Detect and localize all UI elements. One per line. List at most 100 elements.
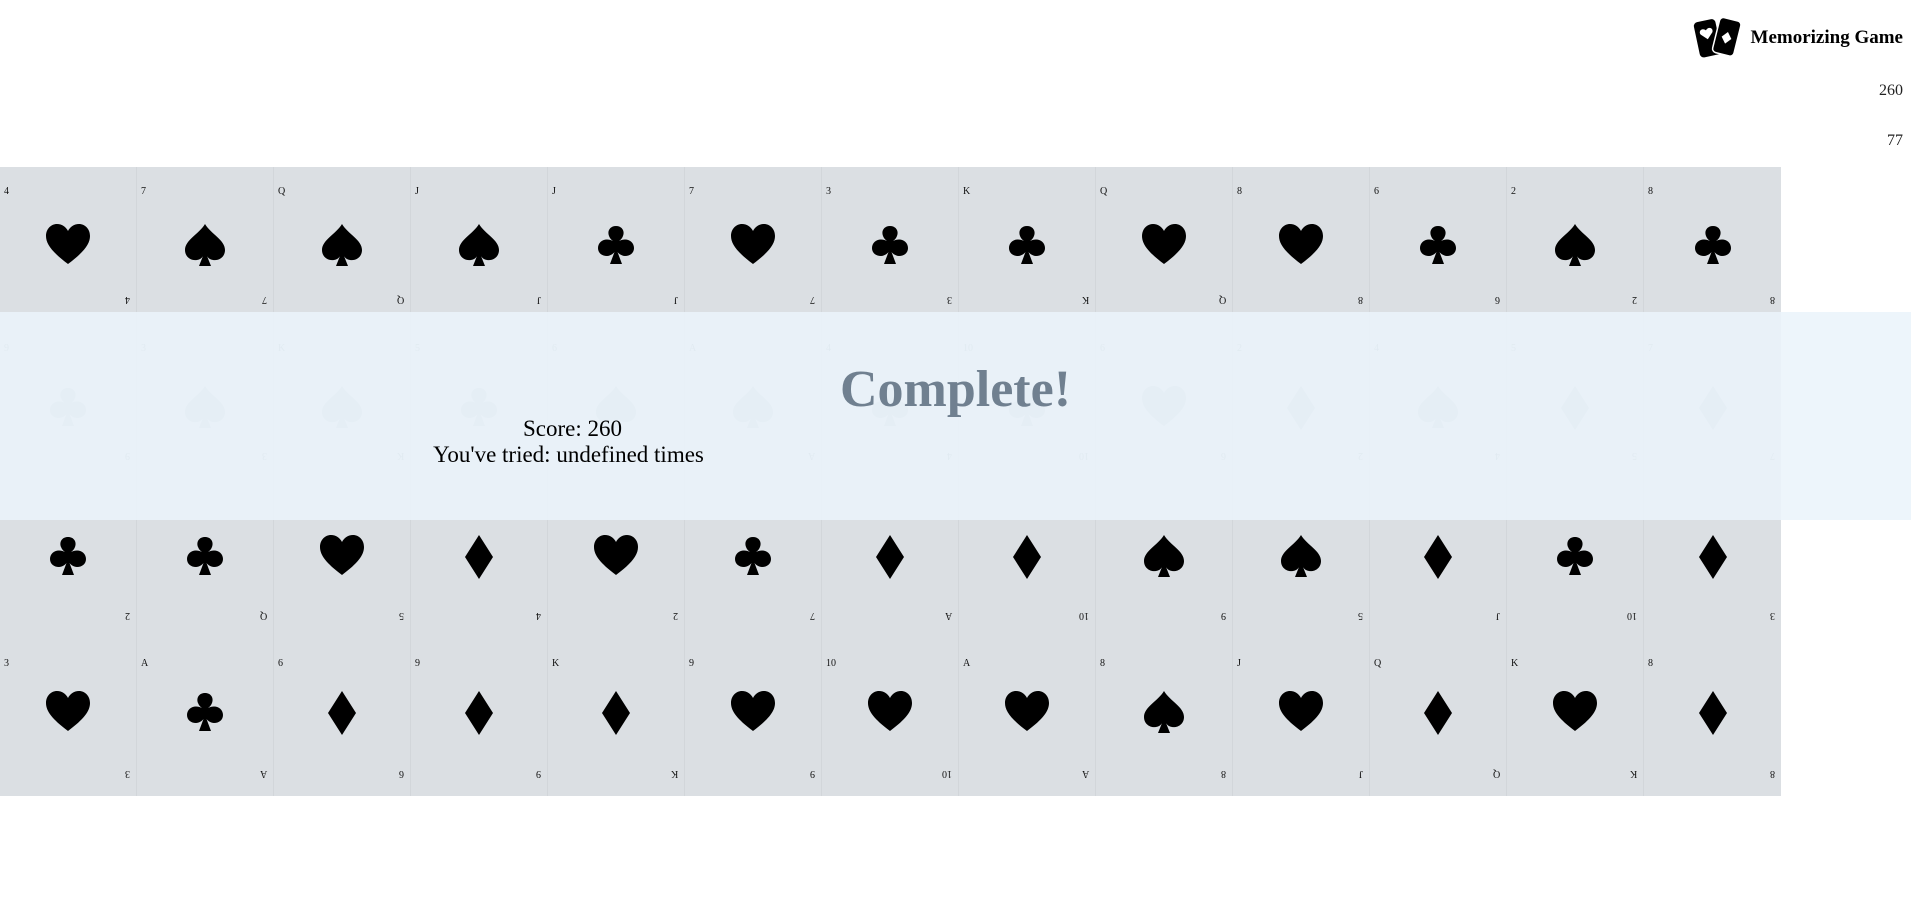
playing-card[interactable]: 77	[137, 167, 274, 311]
playing-card[interactable]: QQ	[137, 518, 274, 639]
playing-card[interactable]: QQ	[274, 167, 411, 311]
playing-card[interactable]: 88	[1096, 639, 1233, 796]
card-rank-top: A	[141, 658, 149, 669]
card-rank-top: 9	[689, 658, 694, 669]
playing-card[interactable]: KK	[959, 167, 1096, 311]
card-rank-top: 8	[1100, 658, 1105, 669]
card-rank-top: Q	[278, 186, 286, 197]
final-score-text: Score: 260	[522, 416, 622, 441]
card-rank-top: A	[963, 658, 971, 669]
club-icon	[598, 226, 634, 264]
playing-card[interactable]: AA	[822, 518, 959, 639]
playing-card[interactable]: JJ	[411, 167, 548, 311]
spade-icon	[1144, 691, 1184, 733]
club-icon	[1009, 226, 1045, 264]
card-rank-top: 8	[1648, 186, 1653, 197]
heart-icon	[320, 535, 364, 575]
card-rank-bottom: 8	[1770, 768, 1775, 779]
playing-card[interactable]: 66	[274, 639, 411, 796]
playing-card[interactable]: 33	[1644, 518, 1781, 639]
card-rank-bottom: Q	[1492, 768, 1500, 779]
card-rank-top: Q	[1374, 658, 1382, 669]
playing-card[interactable]: 99	[411, 639, 548, 796]
playing-card[interactable]: 22	[1507, 167, 1644, 311]
playing-card[interactable]: 66	[1370, 167, 1507, 311]
playing-card[interactable]: 77	[685, 518, 822, 639]
spade-icon	[1144, 535, 1184, 577]
playing-card[interactable]: JJ	[548, 167, 685, 311]
diamond-icon	[1424, 535, 1452, 579]
card-rank-top: 10	[826, 658, 836, 669]
playing-card[interactable]: 55	[274, 518, 411, 639]
playing-card[interactable]: 77	[685, 167, 822, 311]
tries-text: You've tried: undefined times	[433, 442, 704, 467]
playing-card[interactable]: 22	[0, 518, 137, 639]
card-rank-top: 3	[4, 658, 9, 669]
card-rank-bottom: Q	[396, 294, 404, 305]
card-rank-bottom: 8	[1221, 768, 1226, 779]
card-rank-bottom: 2	[673, 610, 678, 621]
playing-card[interactable]: 44	[411, 518, 548, 639]
card-rank-top: K	[963, 186, 971, 197]
playing-card[interactable]: 88	[1644, 167, 1781, 311]
card-rank-bottom: Q	[259, 610, 267, 621]
heart-icon	[1142, 224, 1186, 264]
diamond-icon	[465, 691, 493, 735]
playing-card[interactable]: AA	[959, 639, 1096, 796]
card-rank-top: 2	[1511, 186, 1516, 197]
card-rank-bottom: 8	[1770, 294, 1775, 305]
spade-icon	[1555, 224, 1595, 266]
playing-card[interactable]: JJ	[1233, 639, 1370, 796]
playing-card[interactable]: 1010	[1507, 518, 1644, 639]
card-rank-top: 3	[826, 186, 831, 197]
playing-card[interactable]: 44	[0, 167, 137, 311]
card-row: 4477QQJJJJ7733KKQQ88662288	[0, 167, 1783, 311]
playing-card[interactable]: QQ	[1096, 167, 1233, 311]
heart-icon	[1005, 691, 1049, 731]
card-rank-top: J	[552, 186, 556, 197]
card-rank-top: 6	[1374, 186, 1379, 197]
playing-card[interactable]: 99	[1096, 518, 1233, 639]
card-rank-bottom: J	[1359, 768, 1363, 779]
card-row: 22QQ55442277AA10109955JJ101033	[0, 518, 1783, 639]
diamond-icon	[602, 691, 630, 735]
score-value: 260	[1879, 82, 1903, 99]
playing-card[interactable]: 33	[0, 639, 137, 796]
heart-icon	[46, 224, 90, 264]
card-rank-bottom: 2	[1632, 294, 1637, 305]
playing-cards-icon	[1693, 16, 1742, 58]
playing-card[interactable]: 33	[822, 167, 959, 311]
playing-card[interactable]: 99	[685, 639, 822, 796]
playing-card[interactable]: KK	[1507, 639, 1644, 796]
card-rank-bottom: 2	[125, 610, 130, 621]
playing-card[interactable]: 10 10	[822, 639, 959, 796]
card-rank-bottom: 3	[125, 768, 130, 779]
playing-card[interactable]: QQ	[1370, 639, 1507, 796]
card-rank-bottom: Q	[1218, 294, 1226, 305]
card-rank-bottom: 3	[1770, 610, 1775, 621]
complete-overlay: Complete! Score: 260 You've tried: undef…	[0, 312, 1911, 520]
playing-card[interactable]: 1010	[959, 518, 1096, 639]
card-rank-bottom: 7	[810, 610, 815, 621]
card-rank-top: 7	[689, 186, 694, 197]
diamond-icon	[328, 691, 356, 735]
playing-card[interactable]: 55	[1233, 518, 1370, 639]
playing-card[interactable]: KK	[548, 639, 685, 796]
club-icon	[735, 537, 771, 575]
playing-card[interactable]: 88	[1644, 639, 1781, 796]
card-rank-bottom: 10	[942, 768, 952, 779]
playing-card[interactable]: 22	[548, 518, 685, 639]
card-rank-top: K	[1511, 658, 1519, 669]
complete-title: Complete!	[839, 361, 1072, 418]
playing-card[interactable]: AA	[137, 639, 274, 796]
card-rank-bottom: J	[674, 294, 678, 305]
card-rank-top: 7	[141, 186, 146, 197]
card-rank-bottom: K	[1081, 294, 1089, 305]
card-rank-bottom: A	[1081, 768, 1089, 779]
spade-icon	[185, 224, 225, 266]
playing-card[interactable]: 88	[1233, 167, 1370, 311]
card-rank-top: K	[552, 658, 560, 669]
playing-card[interactable]: JJ	[1370, 518, 1507, 639]
diamond-icon	[1698, 535, 1727, 579]
club-icon	[1557, 537, 1593, 575]
